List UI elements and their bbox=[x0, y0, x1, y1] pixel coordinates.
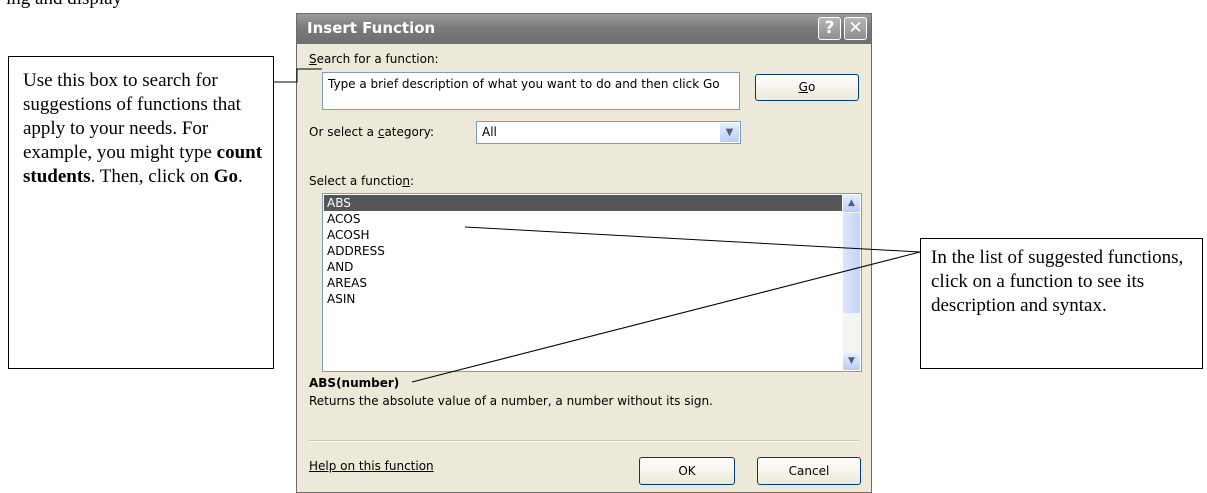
callout-connectors bbox=[274, 68, 921, 383]
syntax-callout-connector bbox=[411, 251, 921, 383]
search-callout-connector bbox=[274, 68, 322, 83]
list-callout-connector bbox=[464, 226, 921, 253]
